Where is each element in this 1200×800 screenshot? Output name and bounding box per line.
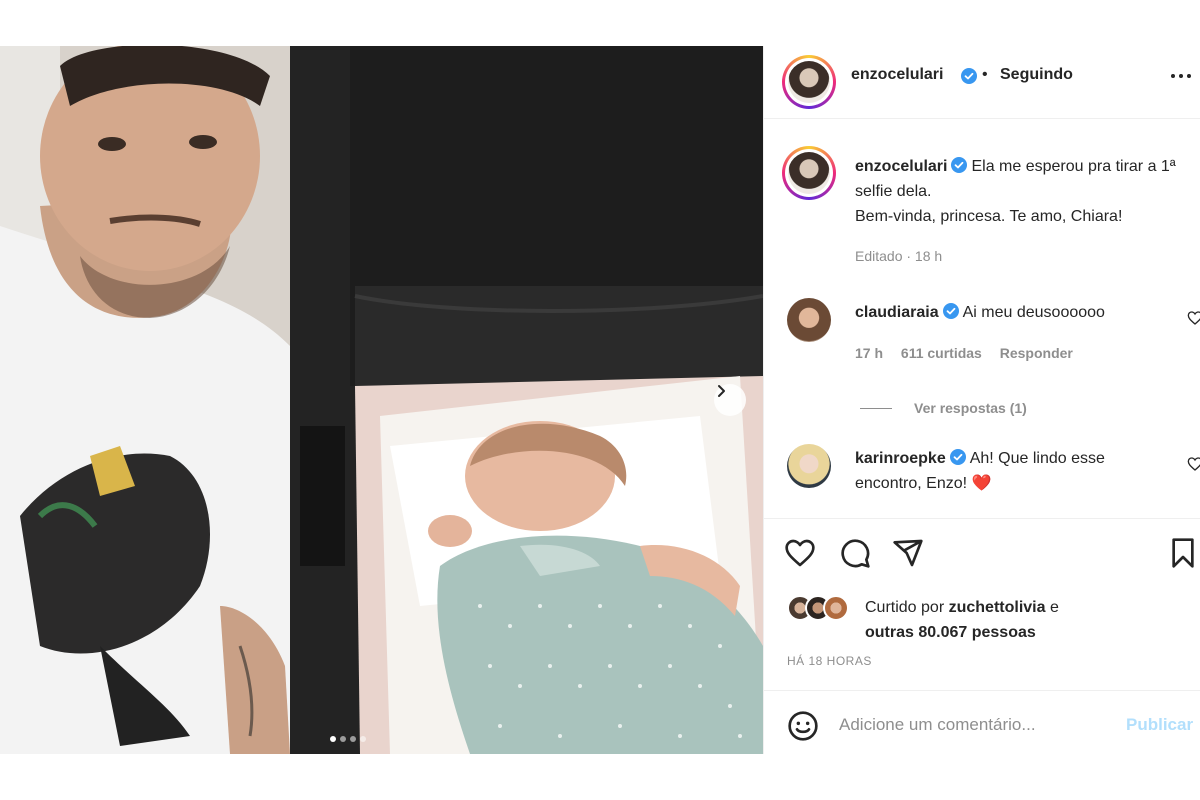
commenter-avatar[interactable] (787, 298, 831, 342)
more-options-button[interactable] (1169, 64, 1193, 94)
reply-button[interactable]: Responder (1000, 345, 1073, 361)
post-actions: Curtido por zuchettolivia e outras 80.06… (764, 518, 1200, 758)
caption-line-2: Bem-vinda, princesa. Te amo, Chiara! (855, 208, 1123, 225)
chevron-right-icon (718, 385, 725, 397)
view-replies-button[interactable]: Ver respostas (1) (860, 400, 1027, 416)
verified-badge-icon (942, 303, 959, 319)
comment-likes[interactable]: 611 curtidas (901, 345, 982, 361)
post-timestamp: HÁ 18 HORAS (787, 654, 872, 668)
liked-by-others[interactable]: outras 80.067 pessoas (865, 624, 1036, 641)
commenter-username[interactable]: claudiaraia (855, 304, 939, 321)
comment-meta: 17 h 611 curtidas Responder (855, 345, 1087, 361)
post-header: enzocelulari • Seguindo (764, 46, 1200, 119)
post-photo (0, 46, 763, 754)
publish-button[interactable]: Publicar (1126, 715, 1193, 735)
author-username[interactable]: enzocelulari (851, 66, 943, 84)
author-avatar[interactable] (782, 55, 836, 109)
following-button[interactable]: Seguindo (1000, 66, 1073, 84)
emoji-icon[interactable] (787, 710, 819, 742)
caption-meta: Editado · 18 h (855, 248, 943, 264)
carousel-dot (330, 736, 336, 742)
caption-username[interactable]: enzocelulari (855, 158, 947, 175)
liked-by-prefix: Curtido por (865, 599, 945, 616)
comment-time: 17 h (855, 345, 884, 361)
like-comment-heart-icon[interactable] (1187, 456, 1200, 472)
next-slide-button[interactable] (714, 384, 746, 416)
like-comment-heart-icon[interactable] (1187, 310, 1200, 326)
commenter-username[interactable]: karinroepke (855, 450, 946, 467)
liker-avatar[interactable] (823, 595, 849, 621)
comment-body: karinroepke Ah! Que lindo esse encontro, … (855, 446, 1175, 496)
verified-badge-icon (951, 157, 968, 173)
carousel-indicator (330, 736, 366, 742)
heart-emoji: ❤️ (971, 475, 992, 492)
carousel-dot (350, 736, 356, 742)
view-replies-label: Ver respostas (1) (914, 400, 1027, 416)
caption-author-avatar[interactable] (782, 146, 836, 200)
commenter-avatar[interactable] (787, 444, 831, 488)
carousel-dot (340, 736, 346, 742)
header-separator: • (982, 66, 988, 83)
comment-body: claudiaraia Ai meu deusoooooo (855, 300, 1175, 325)
post-media[interactable] (0, 46, 763, 754)
post-side-panel: enzocelulari • Seguindo enzocelulari Ela … (763, 46, 1200, 754)
carousel-dot (360, 736, 366, 742)
comment-bubble-icon[interactable] (839, 537, 871, 569)
liked-by-connector: e (1049, 599, 1059, 616)
add-comment-bar: Publicar (764, 690, 1200, 756)
replies-divider (860, 407, 892, 409)
like-heart-icon[interactable] (784, 537, 816, 569)
share-send-icon[interactable] (892, 537, 924, 569)
save-bookmark-icon[interactable] (1167, 537, 1199, 569)
verified-badge-icon (949, 449, 966, 465)
comment-input[interactable] (839, 711, 1119, 739)
comment-text: Ai meu deusoooooo (962, 304, 1105, 321)
more-horizontal-icon (1171, 74, 1191, 78)
instagram-post: enzocelulari • Seguindo enzocelulari Ela … (0, 46, 1200, 754)
liked-by-user[interactable]: zuchettolivia (949, 599, 1046, 616)
verified-badge-icon (961, 68, 977, 84)
likes-text: Curtido por zuchettolivia e outras 80.06… (865, 595, 1195, 645)
caption-text: enzocelulari Ela me esperou pra tirar a 1… (855, 154, 1185, 229)
